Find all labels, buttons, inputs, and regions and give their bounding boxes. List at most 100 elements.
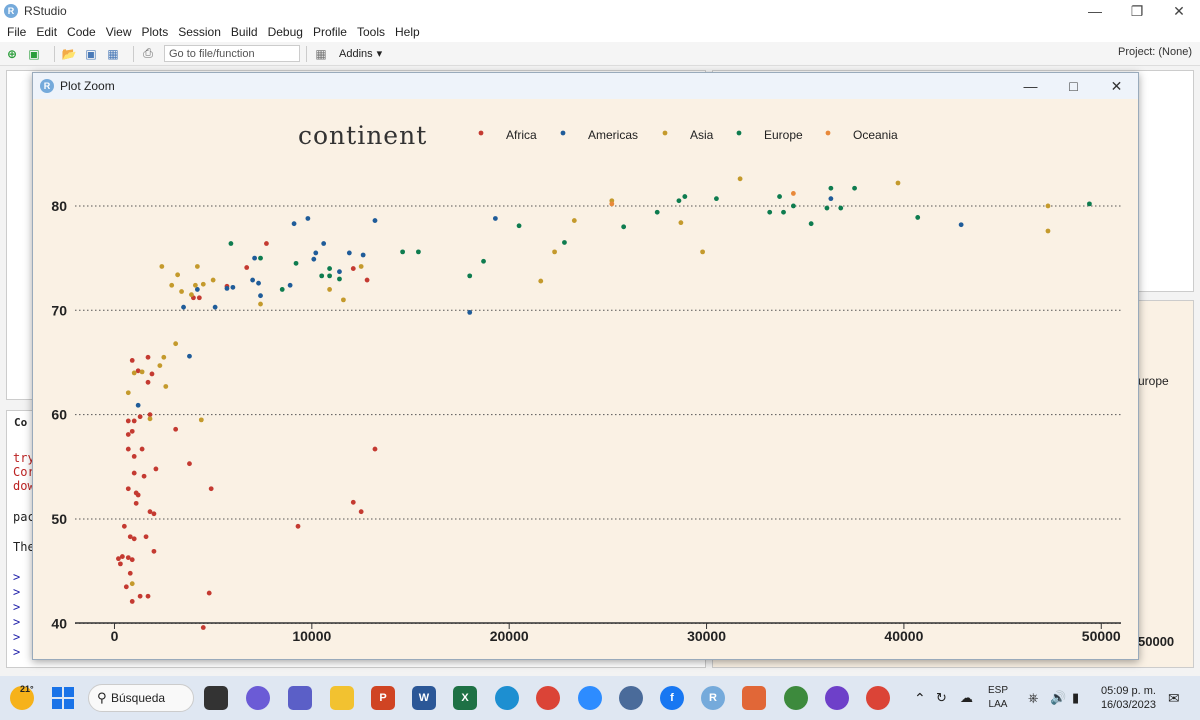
- chrome-icon[interactable]: [536, 686, 560, 710]
- wifi-icon[interactable]: ⎈: [1028, 676, 1038, 720]
- data-point-asia: [129, 581, 135, 587]
- data-point-asia: [571, 218, 577, 223]
- task-view-icon[interactable]: [204, 686, 228, 710]
- plot-legend: continent Africa Americas Asia Europe Oceania: [298, 121, 898, 150]
- chrome-profile-icon[interactable]: [866, 686, 890, 710]
- maximize-icon[interactable]: □: [1052, 73, 1095, 99]
- menu-file[interactable]: File: [2, 25, 31, 39]
- data-point-asia: [147, 416, 153, 422]
- data-point-asia: [198, 417, 204, 423]
- chat-icon[interactable]: [246, 686, 270, 710]
- sync-icon[interactable]: ↻: [936, 676, 947, 720]
- data-point-europe: [481, 258, 486, 264]
- edge-icon[interactable]: [495, 686, 519, 710]
- data-point-americas: [258, 293, 263, 299]
- print-icon[interactable]: ⎙: [140, 46, 156, 62]
- data-point-americas: [224, 285, 230, 291]
- menu-view[interactable]: View: [101, 25, 137, 39]
- qgis-icon[interactable]: [784, 686, 808, 710]
- rstudio-taskbar-icon[interactable]: R: [701, 686, 725, 710]
- menu-debug[interactable]: Debug: [263, 25, 308, 39]
- close-icon[interactable]: ✕: [1158, 0, 1200, 22]
- powerpoint-icon[interactable]: P: [371, 686, 395, 710]
- data-point-africa: [119, 554, 125, 559]
- data-point-europe: [416, 249, 421, 255]
- menu-profile[interactable]: Profile: [308, 25, 352, 39]
- project-menu[interactable]: Project: (None): [1118, 46, 1192, 58]
- data-point-americas: [291, 221, 297, 227]
- menu-help[interactable]: Help: [390, 25, 425, 39]
- github-icon[interactable]: [825, 686, 849, 710]
- plot-zoom-titlebar[interactable]: R Plot Zoom — □ ✕: [33, 73, 1138, 99]
- excel-icon[interactable]: X: [453, 686, 477, 710]
- data-point-asia: [700, 249, 705, 255]
- data-point-asia: [358, 264, 364, 269]
- x-tick-label: 40000: [884, 628, 923, 644]
- data-point-asia: [538, 278, 544, 284]
- language-indicator[interactable]: ESP LAA: [988, 684, 1008, 712]
- open-folder-icon[interactable]: 📂: [61, 46, 77, 62]
- data-point-africa: [131, 470, 137, 476]
- goto-file-input[interactable]: Go to file/function: [164, 45, 300, 62]
- menu-session[interactable]: Session: [173, 25, 226, 39]
- data-point-africa: [131, 418, 137, 424]
- widgets-icon[interactable]: [288, 686, 312, 710]
- file-explorer-icon[interactable]: [330, 686, 354, 710]
- save-all-icon[interactable]: ▦: [105, 46, 121, 62]
- addins-menu[interactable]: Addins: [339, 48, 373, 60]
- grid-layout-icon[interactable]: ▦: [313, 46, 329, 62]
- start-button[interactable]: [52, 687, 74, 709]
- data-point-europe: [676, 198, 682, 204]
- facebook-icon[interactable]: f: [660, 686, 684, 710]
- minimize-icon[interactable]: —: [1074, 0, 1116, 22]
- y-tick-label: 40: [51, 615, 67, 631]
- restore-icon[interactable]: ❐: [1116, 0, 1158, 22]
- data-point-europe: [824, 205, 830, 211]
- plot-axes: 40 50 60 70 80 0 10000 20000 30000 40000 50000: [51, 198, 1121, 644]
- matlab-icon[interactable]: [742, 686, 766, 710]
- system-clock[interactable]: 05:09 p. m. 16/03/2023: [1101, 684, 1156, 712]
- data-point-europe: [781, 209, 786, 215]
- save-icon[interactable]: ▣: [83, 46, 99, 62]
- y-tick-label: 80: [51, 198, 67, 214]
- notifications-icon[interactable]: ✉: [1168, 676, 1180, 720]
- word-icon[interactable]: W: [412, 686, 436, 710]
- menu-plots[interactable]: Plots: [137, 25, 174, 39]
- data-point-americas: [212, 304, 218, 310]
- data-point-europe: [1087, 201, 1092, 207]
- menu-code[interactable]: Code: [62, 25, 101, 39]
- minimize-icon[interactable]: —: [1009, 73, 1052, 99]
- data-point-africa: [123, 584, 129, 590]
- menu-edit[interactable]: Edit: [31, 25, 62, 39]
- app-icon[interactable]: [619, 686, 643, 710]
- app-title: RStudio: [24, 4, 67, 18]
- taskbar-search[interactable]: ⚲ Búsqueda: [88, 684, 194, 712]
- data-point-africa: [244, 265, 250, 270]
- data-point-europe: [327, 273, 332, 279]
- clock-time: 05:09 p. m.: [1100, 685, 1156, 697]
- data-point-africa: [147, 412, 153, 418]
- menu-tools[interactable]: Tools: [352, 25, 390, 39]
- zoom-icon[interactable]: [578, 686, 602, 710]
- plot-zoom-title: Plot Zoom: [60, 79, 115, 93]
- volume-icon[interactable]: 🔊: [1050, 676, 1066, 720]
- legend-key-europe: [736, 130, 742, 136]
- data-point-asia: [173, 341, 179, 347]
- legend-label-europe: Europe: [764, 128, 803, 142]
- close-icon[interactable]: ✕: [1095, 73, 1138, 99]
- battery-icon[interactable]: ▮: [1072, 676, 1079, 720]
- new-project-icon[interactable]: ▣: [26, 46, 42, 62]
- chevron-up-icon[interactable]: ⌃: [914, 676, 926, 720]
- chevron-down-icon[interactable]: ▾: [377, 47, 383, 60]
- new-file-icon[interactable]: ⊕: [4, 46, 20, 62]
- menu-build[interactable]: Build: [226, 25, 263, 39]
- data-point-europe: [279, 287, 285, 292]
- network-icon[interactable]: ☁: [960, 676, 973, 720]
- data-point-europe: [319, 273, 325, 279]
- data-point-americas: [346, 250, 352, 256]
- data-point-asia: [1045, 228, 1051, 234]
- console-prompt: >: [13, 570, 21, 584]
- data-point-africa: [151, 548, 157, 554]
- data-point-europe: [682, 194, 688, 199]
- main-toolbar: ⊕ ▣ 📂 ▣ ▦ ⎙ Go to file/function ▦ Addins…: [0, 42, 1200, 66]
